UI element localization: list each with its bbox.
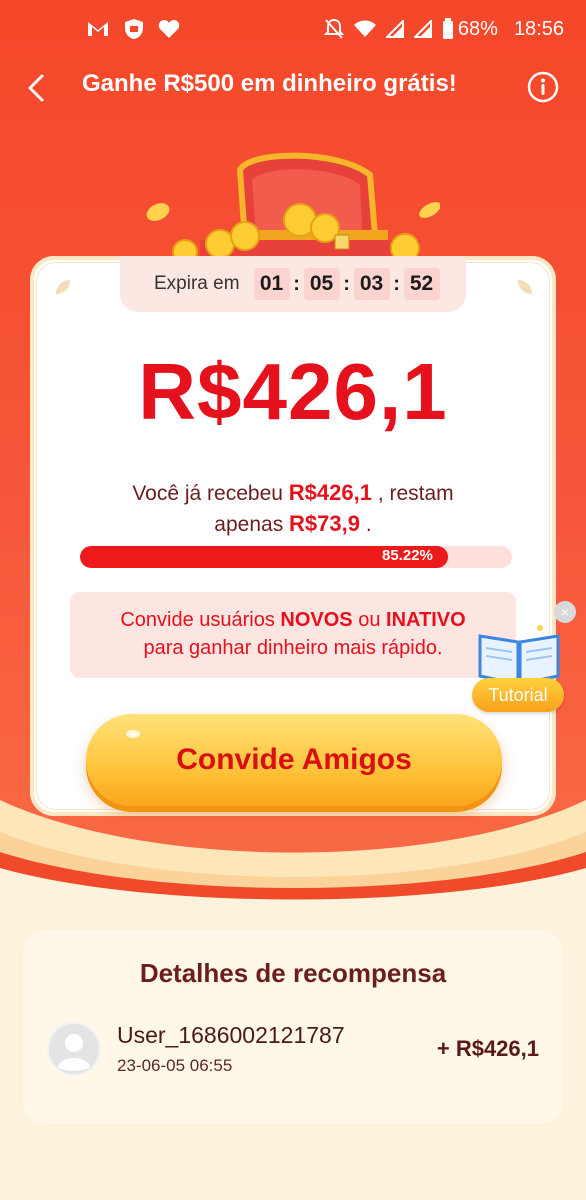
timer-label: Expira em bbox=[154, 273, 240, 294]
reward-entry-amount: + R$426,1 bbox=[436, 1036, 539, 1061]
timer-minutes: 03 bbox=[353, 268, 390, 300]
info-icon[interactable] bbox=[526, 70, 560, 104]
timer-days: 01 bbox=[253, 268, 290, 300]
reward-amount: R$426,1 bbox=[138, 347, 448, 436]
countdown-timer: Expira em 01 : 05 : 03 : 52 bbox=[120, 256, 466, 312]
reward-details-card: Detalhes de recompensa User_168600212178… bbox=[23, 930, 563, 1124]
signal-icon bbox=[413, 20, 432, 38]
remaining-amount: R$73,9 bbox=[289, 511, 360, 536]
avatar bbox=[47, 1022, 101, 1076]
notification-icons bbox=[86, 18, 180, 40]
tutorial-button[interactable]: Tutorial bbox=[472, 678, 564, 712]
leaf-decoration-icon bbox=[518, 280, 532, 294]
status-bar: 68% 18:56 bbox=[0, 0, 586, 58]
app-header: Ganhe R$500 em dinheiro grátis! bbox=[0, 58, 586, 118]
gmail-icon bbox=[88, 22, 108, 36]
reward-card: Expira em 01 : 05 : 03 : 52 R$426,1 Você… bbox=[30, 256, 556, 816]
details-title: Detalhes de recompensa bbox=[139, 958, 447, 988]
wifi-icon bbox=[353, 20, 376, 37]
reward-timestamp: 23-06-05 06:55 bbox=[117, 1056, 233, 1075]
leaf-decoration-icon bbox=[56, 280, 70, 294]
timer-hours: 05 bbox=[303, 268, 340, 300]
back-arrow-icon[interactable] bbox=[22, 72, 50, 104]
mute-icon bbox=[323, 18, 344, 39]
received-summary: Você já recebeu R$426,1 , restam apenas … bbox=[132, 480, 454, 536]
progress-label: 85.22% bbox=[382, 547, 433, 564]
invite-button-label: Convide Amigos bbox=[176, 743, 412, 776]
heart-icon bbox=[158, 20, 180, 38]
received-amount: R$426,1 bbox=[288, 480, 372, 505]
timer-seconds: 52 bbox=[403, 268, 440, 300]
invite-hint: Convide usuários NOVOS ou INATIVO para g… bbox=[70, 592, 516, 678]
battery-level: 68% bbox=[457, 17, 498, 40]
system-icons: 68% 18:56 bbox=[323, 17, 564, 41]
battery-icon bbox=[442, 18, 453, 39]
progress-bar: 85.22% bbox=[80, 546, 512, 568]
reward-user-name: User_1686002121787 bbox=[117, 1022, 345, 1048]
signal-icon bbox=[385, 20, 404, 38]
invite-friends-button[interactable]: Convide Amigos bbox=[86, 714, 502, 806]
clock: 18:56 bbox=[513, 17, 564, 40]
treasure-chest-image bbox=[146, 152, 440, 270]
page-title: Ganhe R$500 em dinheiro grátis! bbox=[82, 70, 457, 97]
shield-icon bbox=[125, 19, 143, 39]
